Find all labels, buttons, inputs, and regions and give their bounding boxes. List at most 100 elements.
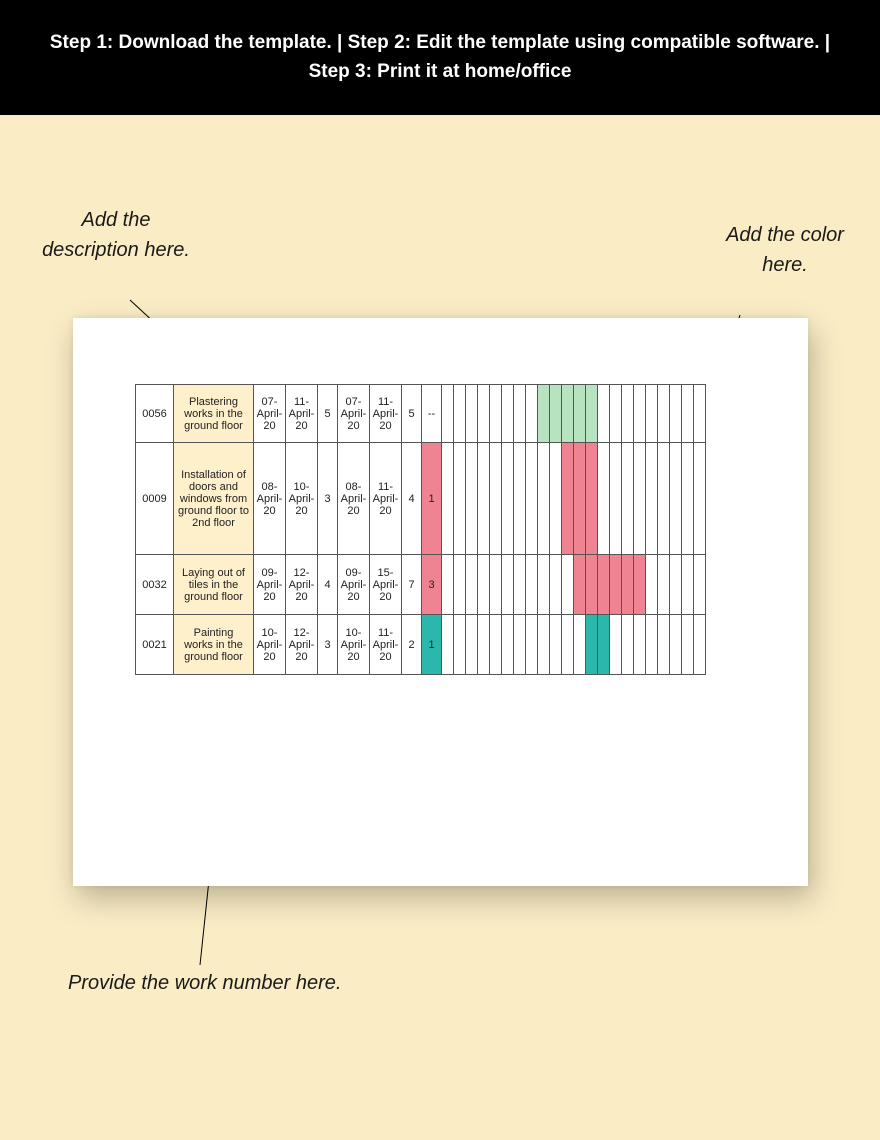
planned-days-cell: 4 (318, 555, 338, 615)
planned-end-cell: 11-April-20 (286, 385, 318, 443)
callout-description-text: Add the description here. (42, 209, 190, 261)
gantt-bar-cell (658, 385, 670, 443)
gantt-bar-cell (622, 555, 634, 615)
callout-color-text: Add the color here. (726, 224, 844, 276)
gantt-bar-cell (490, 555, 502, 615)
gantt-bar-cell (646, 385, 658, 443)
gantt-bar-cell (562, 555, 574, 615)
gantt-bar-cell (574, 615, 586, 675)
actual-start-cell: 07-April-20 (338, 385, 370, 443)
gantt-bar-cell (538, 443, 550, 555)
gantt-bar-cell (682, 615, 694, 675)
planned-end-cell: 12-April-20 (286, 555, 318, 615)
variance-cell: -- (422, 385, 442, 443)
gantt-bar-cell (454, 555, 466, 615)
gantt-bar-cell (526, 615, 538, 675)
gantt-bar-cell (466, 385, 478, 443)
planned-start-cell: 09-April-20 (254, 555, 286, 615)
gantt-bar-cell (454, 385, 466, 443)
gantt-bar-cell (610, 555, 622, 615)
planned-days-cell: 5 (318, 385, 338, 443)
gantt-bar-cell (502, 385, 514, 443)
gantt-bar-cell (526, 555, 538, 615)
gantt-bar-cell (502, 443, 514, 555)
gantt-bar-cell (658, 615, 670, 675)
gantt-bar-cell (538, 555, 550, 615)
gantt-bar-cell (682, 443, 694, 555)
planned-days-cell: 3 (318, 443, 338, 555)
gantt-bar-cell (610, 385, 622, 443)
gantt-bar-cell (646, 443, 658, 555)
gantt-bar-cell (658, 443, 670, 555)
planned-start-cell: 10-April-20 (254, 615, 286, 675)
callout-description: Add the description here. (36, 205, 196, 265)
gantt-bar-cell (610, 615, 622, 675)
actual-start-cell: 09-April-20 (338, 555, 370, 615)
top-instruction-bar: Step 1: Download the template. | Step 2:… (0, 0, 880, 115)
description-cell: Laying out of tiles in the ground floor (174, 555, 254, 615)
description-cell: Painting works in the ground floor (174, 615, 254, 675)
gantt-bar-cell (442, 615, 454, 675)
gantt-bar-cell (478, 615, 490, 675)
gantt-bar-cell (526, 385, 538, 443)
actual-days-cell: 2 (402, 615, 422, 675)
table-row: 0021Painting works in the ground floor10… (136, 615, 706, 675)
callout-worknumber: Provide the work number here. (68, 968, 468, 998)
gantt-bar-cell (454, 443, 466, 555)
gantt-bar-cell (550, 555, 562, 615)
actual-start-cell: 08-April-20 (338, 443, 370, 555)
gantt-bar-cell (634, 615, 646, 675)
description-cell: Installation of doors and windows from g… (174, 443, 254, 555)
gantt-bar-cell (478, 443, 490, 555)
gantt-bar-cell (550, 385, 562, 443)
gantt-bar-cell (562, 615, 574, 675)
gantt-bar-cell (466, 615, 478, 675)
callout-worknumber-text: Provide the work number here. (68, 972, 341, 994)
work-id-cell: 0021 (136, 615, 174, 675)
work-id-cell: 0056 (136, 385, 174, 443)
gantt-bar-cell (574, 555, 586, 615)
planned-days-cell: 3 (318, 615, 338, 675)
gantt-bar-cell (694, 385, 706, 443)
work-id-cell: 0009 (136, 443, 174, 555)
gantt-bar-cell (670, 555, 682, 615)
gantt-bar-cell (490, 385, 502, 443)
gantt-bar-cell (574, 443, 586, 555)
planned-end-cell: 10-April-20 (286, 443, 318, 555)
gantt-bar-cell (550, 615, 562, 675)
gantt-bar-cell (478, 555, 490, 615)
gantt-bar-cell (502, 555, 514, 615)
planned-start-cell: 08-April-20 (254, 443, 286, 555)
actual-end-cell: 11-April-20 (370, 385, 402, 443)
gantt-bar-cell (514, 615, 526, 675)
gantt-bar-cell (694, 615, 706, 675)
top-instruction-text: Step 1: Download the template. | Step 2:… (50, 32, 830, 82)
gantt-bar-cell (538, 615, 550, 675)
gantt-bar-cell (514, 555, 526, 615)
gantt-bar-cell (622, 385, 634, 443)
actual-days-cell: 5 (402, 385, 422, 443)
gantt-bar-cell (634, 443, 646, 555)
gantt-bar-cell (442, 443, 454, 555)
gantt-bar-cell (478, 385, 490, 443)
gantt-bar-cell (694, 555, 706, 615)
gantt-bar-cell (622, 615, 634, 675)
actual-end-cell: 11-April-20 (370, 615, 402, 675)
actual-end-cell: 11-April-20 (370, 443, 402, 555)
gantt-bar-cell (610, 443, 622, 555)
gantt-bar-cell (502, 615, 514, 675)
variance-cell: 3 (422, 555, 442, 615)
planned-end-cell: 12-April-20 (286, 615, 318, 675)
actual-start-cell: 10-April-20 (338, 615, 370, 675)
gantt-bar-cell (562, 443, 574, 555)
gantt-bar-cell (514, 385, 526, 443)
gantt-bar-cell (586, 615, 598, 675)
gantt-bar-cell (658, 555, 670, 615)
gantt-bar-cell (574, 385, 586, 443)
gantt-bar-cell (490, 443, 502, 555)
gantt-bar-cell (466, 555, 478, 615)
gantt-table: 0056Plastering works in the ground floor… (135, 384, 706, 675)
gantt-bar-cell (670, 385, 682, 443)
gantt-bar-cell (550, 443, 562, 555)
gantt-bar-cell (646, 555, 658, 615)
